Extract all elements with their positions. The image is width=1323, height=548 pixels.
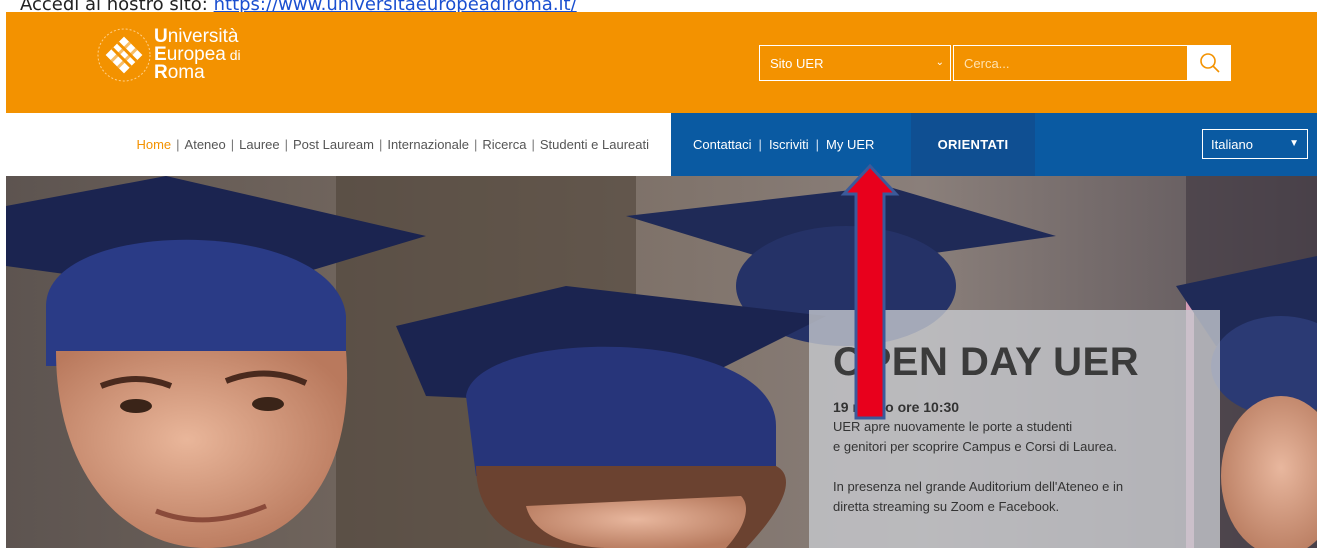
search-scope-value: Sito UER bbox=[770, 56, 824, 71]
search-input[interactable] bbox=[953, 45, 1188, 81]
nav-separator: | bbox=[758, 137, 762, 152]
promo-description: UER apre nuovamente le porte a studenti … bbox=[833, 419, 1117, 454]
secondary-menu: Contattaci | Iscriviti | My UER ORIENTAT… bbox=[671, 113, 1317, 176]
site-header: Università Europea di Roma Sito UER ⌄ bbox=[6, 12, 1317, 113]
chevron-down-icon: ⌄ bbox=[935, 57, 944, 68]
nav-separator: | bbox=[815, 137, 820, 152]
nav-item-internazionale[interactable]: Internazionale bbox=[387, 137, 469, 152]
university-logo[interactable]: Università Europea di Roma bbox=[96, 24, 286, 104]
nav-item-ricerca[interactable]: Ricerca bbox=[482, 137, 526, 152]
nav-separator: | bbox=[284, 137, 288, 152]
nav-separator: | bbox=[474, 137, 478, 152]
primary-menu: Home | Ateneo | Lauree | Post Lauream | … bbox=[6, 113, 671, 176]
search-scope-select[interactable]: Sito UER ⌄ bbox=[759, 45, 951, 81]
nav-separator: | bbox=[378, 137, 383, 152]
logo-wordmark: Università Europea di Roma bbox=[154, 26, 241, 83]
red-arrow-annotation bbox=[840, 163, 900, 420]
search-button[interactable] bbox=[1188, 45, 1231, 81]
language-select[interactable]: Italiano ▼ bbox=[1202, 129, 1308, 159]
nav-separator: | bbox=[176, 137, 180, 152]
promo-streaming-info: In presenza nel grande Auditorium dell'A… bbox=[833, 479, 1124, 514]
nav-item-post-lauream[interactable]: Post Lauream bbox=[293, 137, 374, 152]
nav-item-lauree[interactable]: Lauree bbox=[239, 137, 279, 152]
nav-item-studenti-laureati[interactable]: Studenti e Laureati bbox=[540, 137, 649, 152]
nav-separator: | bbox=[531, 137, 535, 152]
nav-item-my-uer[interactable]: My UER bbox=[826, 137, 874, 152]
orientati-button[interactable]: ORIENTATI bbox=[911, 113, 1035, 176]
nav-separator: | bbox=[230, 137, 235, 152]
language-value: Italiano bbox=[1211, 137, 1253, 152]
nav-item-ateneo[interactable]: Ateneo bbox=[185, 137, 226, 152]
hero-banner[interactable]: OPEN DAY UER 19 marzo ore 10:30 UER apre… bbox=[6, 176, 1317, 548]
nav-item-iscriviti[interactable]: Iscriviti bbox=[769, 137, 809, 152]
search-icon bbox=[1199, 53, 1220, 73]
university-emblem-icon bbox=[97, 28, 151, 82]
nav-item-contattaci[interactable]: Contattaci bbox=[693, 137, 752, 152]
caret-down-icon: ▼ bbox=[1289, 138, 1299, 149]
nav-item-home[interactable]: Home bbox=[136, 137, 171, 152]
main-navigation: Home | Ateneo | Lauree | Post Lauream | … bbox=[6, 113, 1317, 176]
